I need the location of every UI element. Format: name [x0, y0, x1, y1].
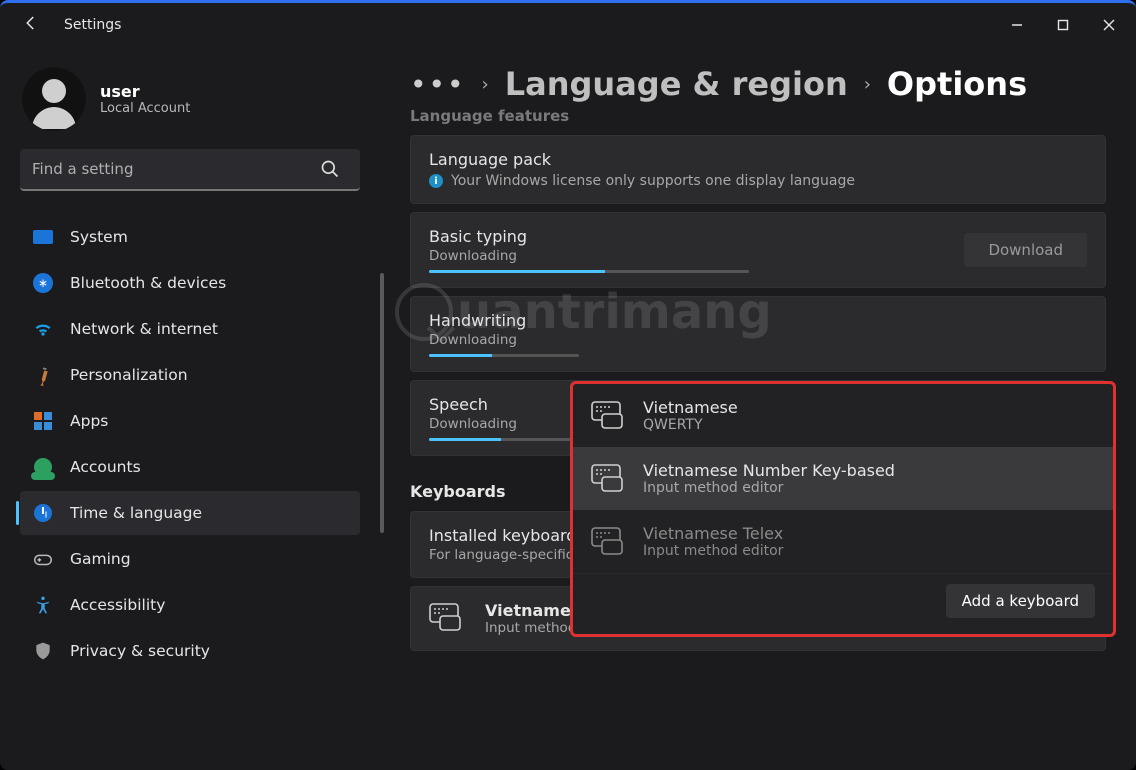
sidebar-item-network[interactable]: Network & internet [20, 307, 360, 351]
app-title: Settings [64, 17, 121, 33]
flyout-item-vietnamese-qwerty[interactable]: Vietnamese QWERTY [573, 384, 1113, 447]
card-title: Handwriting [429, 311, 1087, 330]
user-block[interactable]: user Local Account [20, 59, 360, 149]
sidebar-item-personalization[interactable]: Personalization [20, 353, 360, 397]
sidebar-item-privacy[interactable]: Privacy & security [20, 629, 360, 673]
clock-icon [32, 502, 54, 524]
breadcrumb: ••• › Language & region › Options [410, 65, 1106, 103]
flyout-item-title: Vietnamese [643, 398, 738, 417]
flyout-item-sub: Input method editor [643, 480, 895, 496]
sidebar-item-label: Apps [70, 412, 108, 430]
card-title: Language pack [429, 150, 1087, 169]
sidebar-item-accessibility[interactable]: Accessibility [20, 583, 360, 627]
sidebar-item-label: Network & internet [70, 320, 218, 338]
accessibility-icon [32, 594, 54, 616]
chevron-right-icon: › [864, 74, 871, 95]
sidebar-item-label: Bluetooth & devices [70, 274, 226, 292]
sidebar-item-label: Accounts [70, 458, 141, 476]
brush-icon [28, 360, 58, 390]
back-icon[interactable] [22, 14, 40, 36]
download-status: Downloading [429, 332, 1087, 348]
info-icon: i [429, 174, 443, 188]
add-keyboard-flyout: Vietnamese QWERTY Vietnamese Number Key-… [570, 381, 1116, 637]
flyout-item-sub: Input method editor [643, 543, 783, 559]
progress-bar [429, 438, 579, 441]
titlebar: Settings [0, 3, 1136, 47]
sidebar-item-label: Time & language [70, 504, 202, 522]
search-icon[interactable] [320, 159, 340, 183]
flyout-item-vietnamese-number-key[interactable]: Vietnamese Number Key-based Input method… [573, 447, 1113, 510]
card-basic-typing[interactable]: Basic typing Downloading Download [410, 212, 1106, 288]
accounts-icon [32, 456, 54, 478]
apps-icon [32, 410, 54, 432]
card-handwriting[interactable]: Handwriting Downloading [410, 296, 1106, 372]
sidebar-item-bluetooth[interactable]: ∗ Bluetooth & devices [20, 261, 360, 305]
breadcrumb-current: Options [887, 65, 1027, 103]
flyout-item-vietnamese-telex[interactable]: Vietnamese Telex Input method editor [573, 510, 1113, 573]
keyboard-icon [591, 464, 625, 494]
flyout-item-sub: QWERTY [643, 417, 738, 433]
wifi-icon [32, 318, 54, 340]
flyout-item-title: Vietnamese Telex [643, 524, 783, 543]
minimize-button[interactable] [994, 3, 1040, 47]
search-box[interactable] [20, 149, 360, 191]
nav-list: System ∗ Bluetooth & devices Network & i… [20, 215, 360, 673]
avatar [22, 67, 86, 131]
sidebar-item-time-language[interactable]: Time & language [20, 491, 360, 535]
system-icon [32, 226, 54, 248]
keyboard-icon [591, 527, 625, 557]
keyboard-icon [591, 401, 625, 431]
sidebar-item-accounts[interactable]: Accounts [20, 445, 360, 489]
breadcrumb-parent[interactable]: Language & region [505, 65, 848, 103]
flyout-add-keyboard-button[interactable]: Add a keyboard [946, 584, 1095, 618]
bluetooth-icon: ∗ [32, 272, 54, 294]
keyboard-icon [429, 603, 463, 635]
sidebar-item-apps[interactable]: Apps [20, 399, 360, 443]
progress-bar [429, 270, 749, 273]
sidebar-item-label: Gaming [70, 550, 131, 568]
sidebar-item-label: Accessibility [70, 596, 165, 614]
card-sub: i Your Windows license only supports one… [429, 173, 1087, 189]
sidebar-item-label: System [70, 228, 128, 246]
section-language-features: Language features [410, 107, 1106, 125]
gamepad-icon [32, 548, 54, 570]
breadcrumb-overflow-icon[interactable]: ••• [410, 68, 466, 101]
sidebar-item-system[interactable]: System [20, 215, 360, 259]
sidebar-item-gaming[interactable]: Gaming [20, 537, 360, 581]
shield-icon [32, 640, 54, 662]
window-controls [994, 3, 1132, 47]
card-language-pack[interactable]: Language pack i Your Windows license onl… [410, 135, 1106, 204]
flyout-item-title: Vietnamese Number Key-based [643, 461, 895, 480]
maximize-button[interactable] [1040, 3, 1086, 47]
sidebar: user Local Account System ∗ Bluetooth & … [0, 47, 370, 770]
sidebar-item-label: Privacy & security [70, 642, 210, 660]
settings-window: Settings user Local Account [0, 0, 1136, 770]
user-name: user [100, 82, 190, 101]
search-input[interactable] [20, 149, 360, 191]
flyout-footer: Installed keyboards For language-specifi… [573, 573, 1113, 634]
user-sub: Local Account [100, 101, 190, 116]
chevron-right-icon: › [482, 74, 489, 95]
close-button[interactable] [1086, 3, 1132, 47]
download-button[interactable]: Download [964, 233, 1087, 267]
sidebar-item-label: Personalization [70, 366, 188, 384]
progress-bar [429, 354, 579, 357]
